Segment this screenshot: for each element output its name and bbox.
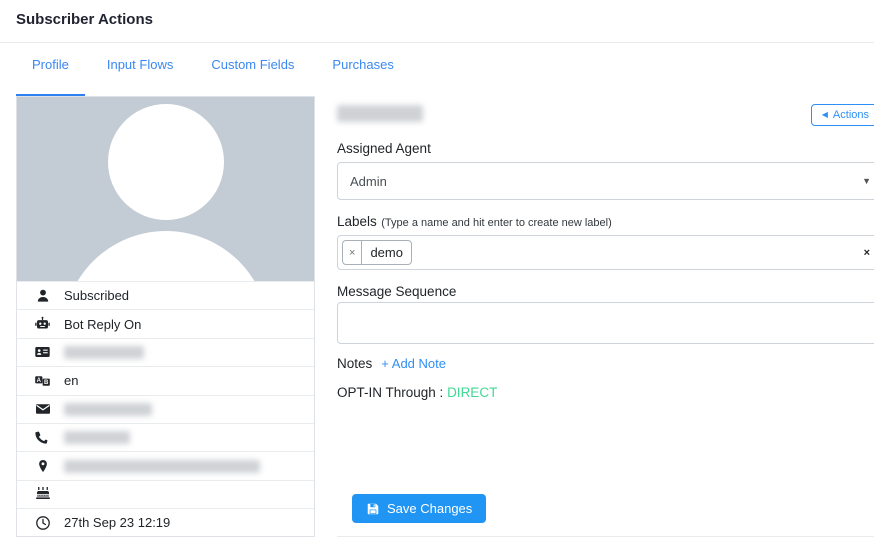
remove-tag-icon[interactable]: ×: [343, 241, 362, 264]
label-tag-text: demo: [362, 241, 411, 264]
redacted-value: [64, 431, 130, 444]
info-row-text: en: [64, 373, 78, 388]
assigned-agent-label: Assigned Agent: [337, 141, 874, 156]
subscriber-info-row: [17, 423, 314, 451]
robot-icon: [34, 316, 51, 333]
labels-hint: (Type a name and hit enter to create new…: [381, 217, 612, 229]
message-sequence-label: Message Sequence: [337, 284, 874, 299]
page-title: Subscriber Actions: [16, 11, 858, 28]
labels-input[interactable]: ×demo ×: [337, 235, 874, 270]
redacted-value: [64, 403, 152, 416]
message-sequence-input[interactable]: [337, 302, 874, 344]
person-icon: [34, 287, 51, 304]
subscriber-info-row: ABen: [17, 366, 314, 394]
optin-value: DIRECT: [447, 385, 497, 400]
chevron-down-icon: ▼: [862, 176, 871, 186]
tab-bar: ProfileInput FlowsCustom FieldsPurchases: [0, 43, 874, 96]
info-row-text: Subscribed: [64, 288, 129, 303]
caret-left-icon: ◀: [822, 111, 828, 119]
location-pin-icon: [34, 458, 51, 475]
save-icon: [366, 502, 380, 516]
page-header: Subscriber Actions: [0, 0, 874, 43]
actions-button[interactable]: ◀ Actions: [811, 104, 874, 126]
add-note-link[interactable]: + Add Note: [381, 356, 446, 371]
avatar-head-shape: [108, 104, 224, 220]
tab-purchases[interactable]: Purchases: [316, 57, 409, 96]
tab-profile[interactable]: Profile: [16, 57, 85, 96]
subscriber-info-row: [17, 480, 314, 508]
notes-line: Notes + Add Note: [337, 356, 874, 371]
id-card-icon: [34, 344, 51, 361]
subscriber-profile-card: SubscribedBot Reply OnABen27th Sep 23 12…: [16, 96, 315, 537]
labels-clear-icon[interactable]: ×: [864, 247, 870, 259]
language-icon: AB: [34, 372, 51, 389]
tab-custom-fields[interactable]: Custom Fields: [195, 57, 310, 96]
svg-text:B: B: [44, 380, 49, 386]
subscriber-info-row: [17, 451, 314, 479]
subscriber-info-row: [17, 395, 314, 423]
notes-label: Notes: [337, 356, 372, 371]
optin-line: OPT-IN Through : DIRECT: [337, 385, 874, 400]
phone-icon: [34, 429, 51, 446]
clock-icon: [34, 514, 51, 531]
actions-button-label: Actions: [833, 109, 869, 121]
info-row-text: Bot Reply On: [64, 317, 141, 332]
avatar: [17, 97, 314, 281]
subscriber-details-panel: ◀ Actions Assigned Agent Admin ▼ Labels …: [337, 96, 874, 537]
subscriber-content: SubscribedBot Reply OnABen27th Sep 23 12…: [0, 96, 874, 537]
label-tag: ×demo: [342, 240, 412, 265]
subscriber-info-row: Subscribed: [17, 281, 314, 309]
save-changes-button[interactable]: Save Changes: [352, 494, 486, 523]
assigned-agent-value: Admin: [350, 174, 387, 189]
svg-text:A: A: [37, 378, 42, 384]
tab-input-flows[interactable]: Input Flows: [91, 57, 189, 96]
redacted-value: [64, 346, 144, 359]
subscriber-name-redacted: [337, 105, 423, 122]
subscriber-info-list: SubscribedBot Reply OnABen27th Sep 23 12…: [17, 281, 314, 537]
avatar-shoulders-shape: [63, 231, 269, 281]
save-changes-label: Save Changes: [387, 501, 472, 516]
assigned-agent-select[interactable]: Admin ▼: [337, 162, 874, 200]
subscriber-info-row: 27th Sep 23 12:19: [17, 508, 314, 536]
optin-label: OPT-IN Through :: [337, 385, 443, 400]
info-row-text: 27th Sep 23 12:19: [64, 515, 170, 530]
labels-label-line: Labels (Type a name and hit enter to cre…: [337, 213, 874, 231]
redacted-value: [64, 460, 260, 473]
subscriber-info-row: Bot Reply On: [17, 309, 314, 337]
birthday-cake-icon: [34, 486, 51, 503]
envelope-icon: [34, 401, 51, 418]
labels-label: Labels: [337, 214, 377, 229]
subscriber-info-row: [17, 338, 314, 366]
